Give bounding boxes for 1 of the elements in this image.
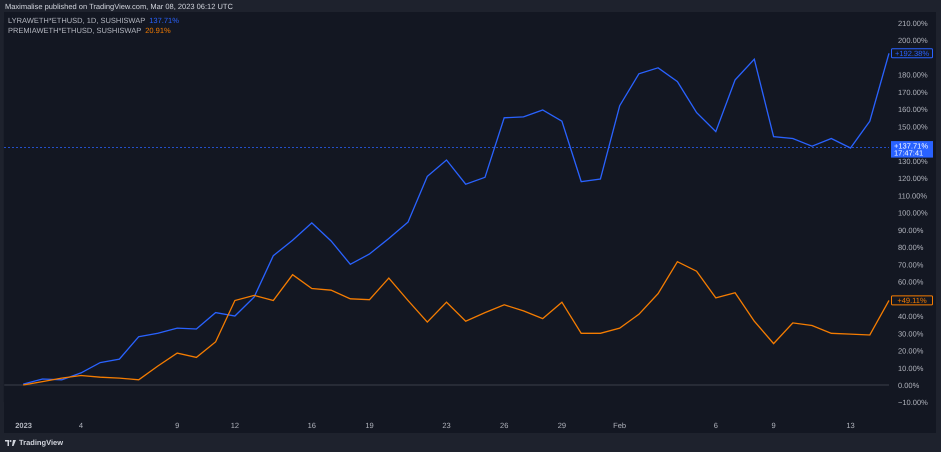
logo-icon	[5, 440, 16, 446]
